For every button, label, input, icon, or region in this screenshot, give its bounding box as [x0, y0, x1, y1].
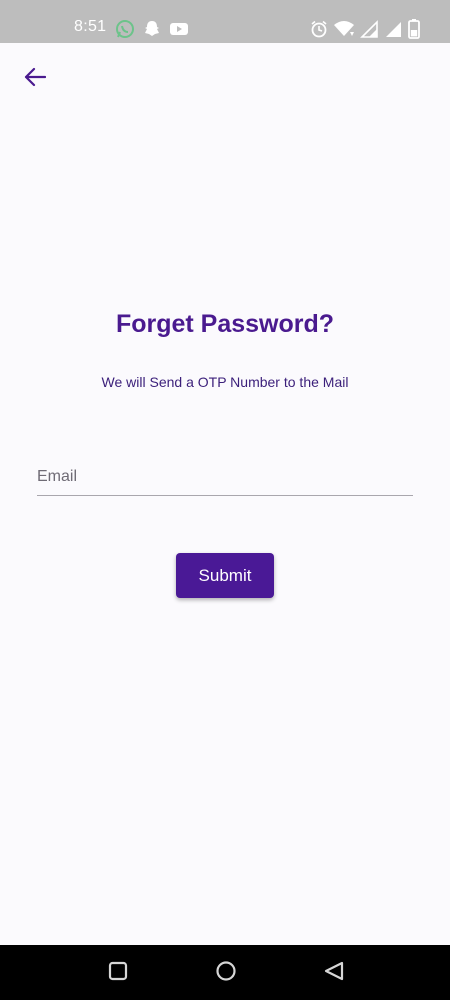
forget-password-screen: 8:51 Forget Password? We will Send a OTP… — [0, 0, 450, 1000]
snapchat-icon — [143, 19, 161, 39]
signal-icon — [384, 20, 402, 38]
triangle-back-icon — [323, 960, 345, 987]
navigation-bar — [0, 945, 450, 1000]
alarm-icon — [310, 20, 328, 38]
arrow-left-icon — [24, 67, 47, 92]
whatsapp-icon — [115, 19, 135, 39]
square-icon — [108, 961, 128, 986]
signal-icon — [360, 20, 378, 38]
notification-icons — [115, 19, 189, 39]
recents-button[interactable] — [106, 961, 130, 985]
wifi-icon — [334, 20, 354, 38]
email-field-container — [37, 458, 413, 498]
status-bar: 8:51 — [0, 0, 450, 43]
battery-icon — [408, 19, 420, 39]
page-subtitle: We will Send a OTP Number to the Mail — [101, 374, 349, 390]
system-icons — [310, 19, 420, 39]
back-button[interactable] — [16, 60, 54, 98]
status-time: 8:51 — [74, 18, 107, 35]
email-input[interactable] — [37, 458, 413, 496]
submit-button[interactable]: Submit — [176, 553, 274, 598]
page-title: Forget Password? — [115, 310, 335, 338]
home-button[interactable] — [214, 960, 238, 987]
youtube-icon — [169, 21, 189, 37]
circle-icon — [215, 960, 237, 987]
back-nav-button[interactable] — [322, 961, 346, 985]
